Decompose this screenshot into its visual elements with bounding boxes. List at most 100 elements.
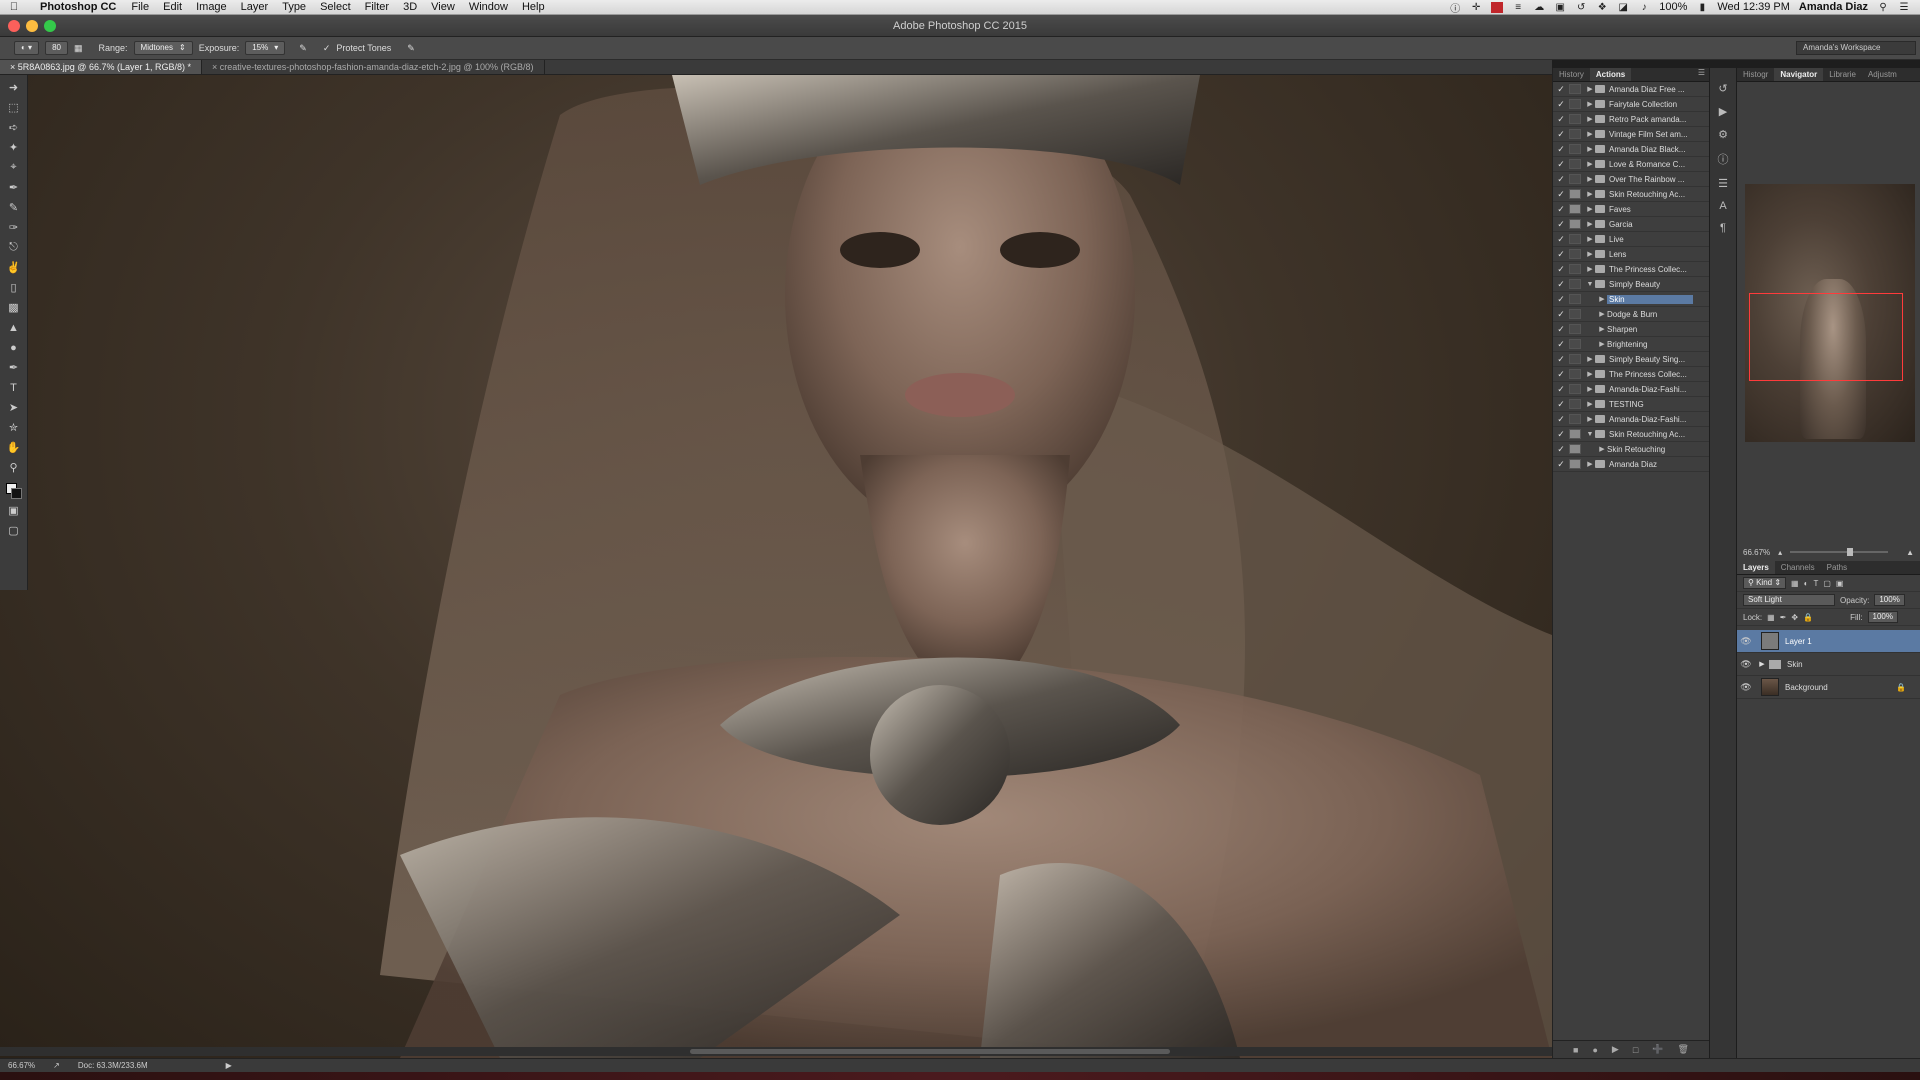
action-toggle-check-icon[interactable]: ✓ bbox=[1553, 369, 1569, 380]
action-set[interactable]: ✓ ▶ Over The Rainbow ... bbox=[1553, 172, 1709, 187]
history-icon[interactable]: ↺ bbox=[1718, 82, 1727, 95]
action-set[interactable]: ✓ ▶ Skin Retouching Ac... bbox=[1553, 187, 1709, 202]
expand-right-icon[interactable]: ▶ bbox=[1597, 325, 1607, 333]
layers-menu-icon[interactable]: ≡ bbox=[1512, 2, 1524, 13]
dialog-toggle[interactable] bbox=[1569, 444, 1581, 454]
move-tool-icon[interactable]: ➜ bbox=[4, 79, 24, 96]
tab-histogram[interactable]: Histogr bbox=[1737, 68, 1774, 81]
filter-shape-icon[interactable]: ▢ bbox=[1823, 579, 1831, 588]
expand-right-icon[interactable]: ▶ bbox=[1585, 250, 1595, 258]
menu-layer[interactable]: Layer bbox=[234, 1, 276, 13]
range-select[interactable]: Midtones ⇕ bbox=[133, 41, 193, 55]
action-set[interactable]: ✓ ▶ Amanda Diaz bbox=[1553, 457, 1709, 472]
expand-right-icon[interactable]: ▶ bbox=[1597, 310, 1607, 318]
crop-tool-icon[interactable]: ⌖ bbox=[4, 159, 24, 176]
screen-mode-icon[interactable]: ▢ bbox=[4, 522, 24, 539]
clone-stamp-tool-icon[interactable]: ⎋ bbox=[4, 239, 24, 256]
menu-window[interactable]: Window bbox=[462, 1, 515, 13]
canvas-horizontal-scrollbar[interactable] bbox=[0, 1047, 1552, 1056]
brush-size-picker[interactable]: 80 bbox=[45, 41, 68, 55]
dialog-toggle[interactable] bbox=[1569, 399, 1581, 409]
new-set-icon[interactable]: □ bbox=[1633, 1045, 1638, 1055]
action-set[interactable]: ✓ ▼ Skin Retouching Ac... bbox=[1553, 427, 1709, 442]
action-toggle-check-icon[interactable]: ✓ bbox=[1553, 354, 1569, 365]
action-toggle-check-icon[interactable]: ✓ bbox=[1553, 309, 1569, 320]
dialog-toggle[interactable] bbox=[1569, 369, 1581, 379]
action-set[interactable]: ✓ ▶ TESTING bbox=[1553, 397, 1709, 412]
filter-adjust-icon[interactable]: ◐ bbox=[1804, 579, 1809, 588]
action-toggle-check-icon[interactable]: ✓ bbox=[1553, 159, 1569, 170]
expand-right-icon[interactable]: ▶ bbox=[1585, 220, 1595, 228]
tab-adjustments[interactable]: Adjustm bbox=[1862, 68, 1903, 81]
dialog-toggle[interactable] bbox=[1569, 414, 1581, 424]
filter-type-icon[interactable]: T bbox=[1813, 579, 1818, 588]
expand-right-icon[interactable]: ▶ bbox=[1585, 160, 1595, 168]
fill-input[interactable]: 100% bbox=[1867, 611, 1898, 623]
zoom-out-icon[interactable]: ▴ bbox=[1778, 548, 1782, 557]
battery-icon[interactable]: ▮ bbox=[1696, 2, 1708, 13]
spotlight-search-icon[interactable]: ⚲ bbox=[1877, 2, 1889, 13]
expand-right-icon[interactable]: ▶ bbox=[1585, 115, 1595, 123]
dodge-tool-icon[interactable]: ● bbox=[4, 339, 24, 356]
stop-icon[interactable]: ■ bbox=[1573, 1045, 1578, 1055]
action-set[interactable]: ✓ ▶ Fairytale Collection bbox=[1553, 97, 1709, 112]
action-toggle-check-icon[interactable]: ✓ bbox=[1553, 84, 1569, 95]
eyedropper-tool-icon[interactable]: ✒ bbox=[4, 179, 24, 196]
action-toggle-check-icon[interactable]: ✓ bbox=[1553, 249, 1569, 260]
action-toggle-check-icon[interactable]: ✓ bbox=[1553, 294, 1569, 305]
action-toggle-check-icon[interactable]: ✓ bbox=[1553, 384, 1569, 395]
dialog-toggle[interactable] bbox=[1569, 459, 1581, 469]
dropbox-icon[interactable]: ❖ bbox=[1596, 2, 1608, 13]
filter-smart-icon[interactable]: ▣ bbox=[1836, 579, 1844, 588]
action-set[interactable]: ✓ ▶ The Princess Collec... bbox=[1553, 262, 1709, 277]
action-set[interactable]: ✓ ▶ Vintage Film Set am... bbox=[1553, 127, 1709, 142]
doc-tab-2[interactable]: × creative-textures-photoshop-fashion-am… bbox=[202, 60, 545, 74]
gradient-tool-icon[interactable]: ▩ bbox=[4, 299, 24, 316]
record-icon[interactable]: ● bbox=[1592, 1045, 1597, 1055]
action-set[interactable]: ✓ ▶ Amanda Diaz Free ... bbox=[1553, 82, 1709, 97]
menu-help[interactable]: Help bbox=[515, 1, 552, 13]
layer-row[interactable]: 👁 Layer 1 bbox=[1737, 630, 1920, 653]
action-toggle-check-icon[interactable]: ✓ bbox=[1553, 219, 1569, 230]
blend-mode-select[interactable]: Soft Light bbox=[1743, 594, 1835, 606]
lock-transparent-icon[interactable]: ▦ bbox=[1767, 613, 1775, 622]
lock-position-icon[interactable]: ✥ bbox=[1791, 613, 1798, 622]
app-menu[interactable]: Photoshop CC bbox=[28, 1, 124, 13]
color-swatches[interactable] bbox=[5, 483, 22, 499]
zoom-window-button[interactable] bbox=[44, 20, 56, 32]
apple-icon[interactable]:  bbox=[0, 1, 28, 13]
tab-actions[interactable]: Actions bbox=[1589, 68, 1632, 81]
path-select-tool-icon[interactable]: ➤ bbox=[4, 399, 24, 416]
status-zoom[interactable]: 66.67% bbox=[8, 1061, 35, 1070]
protect-tones-checkbox[interactable]: ✓ bbox=[323, 43, 331, 54]
action-toggle-check-icon[interactable]: ✓ bbox=[1553, 279, 1569, 290]
action-item[interactable]: ✓ ▶ Sharpen bbox=[1553, 322, 1709, 337]
eye-icon[interactable]: 👁 bbox=[1737, 659, 1755, 670]
action-set[interactable]: ✓ ▶ Amanda Diaz Black... bbox=[1553, 142, 1709, 157]
time-machine-icon[interactable]: ↺ bbox=[1575, 2, 1587, 13]
action-toggle-check-icon[interactable]: ✓ bbox=[1553, 264, 1569, 275]
adjustments-icon[interactable]: ⚙ bbox=[1718, 128, 1728, 141]
status-menu-icon[interactable]: ▶ bbox=[226, 1061, 232, 1070]
action-set[interactable]: ✓ ▶ Garcia bbox=[1553, 217, 1709, 232]
history-brush-tool-icon[interactable]: ✌ bbox=[4, 259, 24, 276]
layer-row[interactable]: 👁 ▶ Skin bbox=[1737, 653, 1920, 676]
menu-type[interactable]: Type bbox=[275, 1, 313, 13]
dialog-toggle[interactable] bbox=[1569, 429, 1581, 439]
dialog-toggle[interactable] bbox=[1569, 279, 1581, 289]
opacity-input[interactable]: 100% bbox=[1874, 594, 1905, 606]
new-action-icon[interactable]: ➕ bbox=[1652, 1044, 1663, 1055]
dialog-toggle[interactable] bbox=[1569, 234, 1581, 244]
action-toggle-check-icon[interactable]: ✓ bbox=[1553, 144, 1569, 155]
menu-view[interactable]: View bbox=[424, 1, 462, 13]
menu-file[interactable]: File bbox=[124, 1, 156, 13]
scrollbar-thumb[interactable] bbox=[690, 1049, 1170, 1054]
brush-panel-icon[interactable]: ▦ bbox=[74, 43, 83, 54]
layer-row[interactable]: 👁 Background 🔒 bbox=[1737, 676, 1920, 699]
expand-right-icon[interactable]: ▶ bbox=[1585, 385, 1595, 393]
expand-right-icon[interactable]: ▶ bbox=[1585, 145, 1595, 153]
delete-icon[interactable]: 🗑 bbox=[1678, 1044, 1689, 1055]
display-icon[interactable]: ▣ bbox=[1554, 2, 1566, 13]
expand-right-icon[interactable]: ▶ bbox=[1585, 190, 1595, 198]
action-toggle-check-icon[interactable]: ✓ bbox=[1553, 189, 1569, 200]
